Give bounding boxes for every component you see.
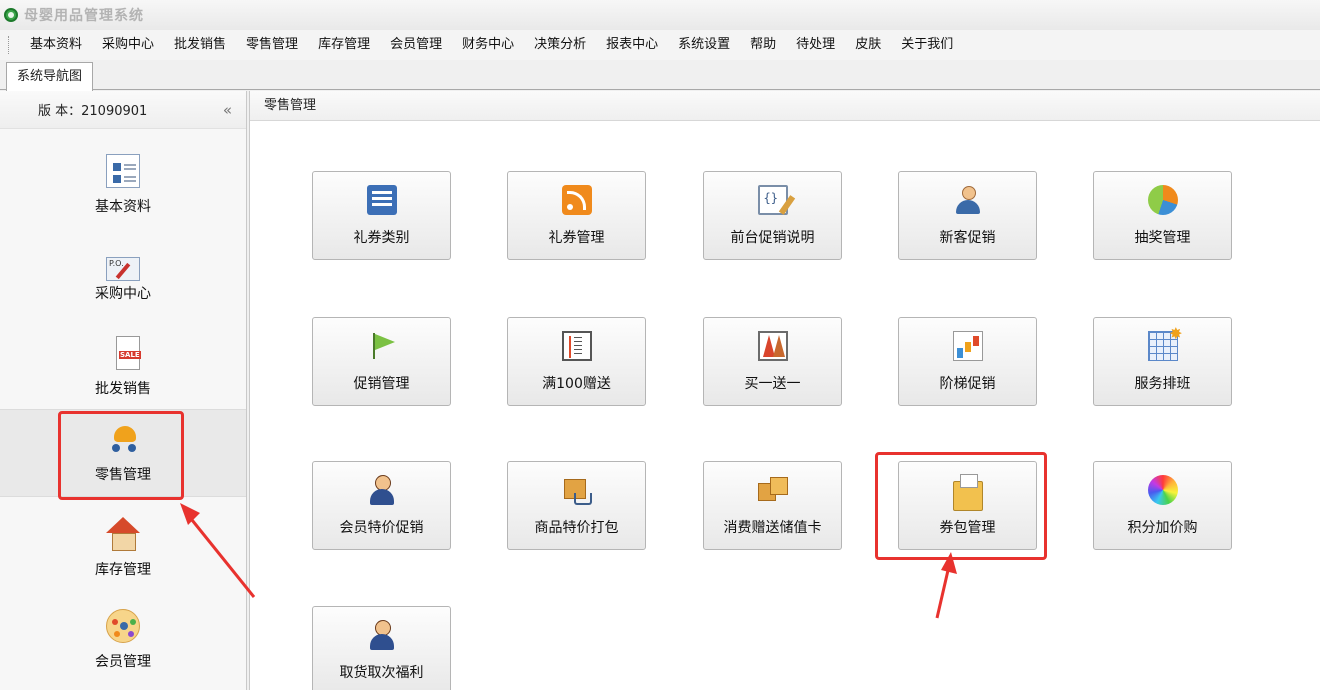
masked-user-icon: [367, 619, 397, 650]
menu-help[interactable]: 帮助: [740, 30, 786, 60]
tab-system-nav[interactable]: 系统导航图: [6, 62, 94, 91]
tile-tiered-promo[interactable]: 阶梯促销: [898, 317, 1037, 406]
tile-stored-value-gift[interactable]: 消费赠送储值卡: [703, 461, 842, 550]
tile-buy-one-get-one[interactable]: 买一送一: [703, 317, 842, 406]
ruler-icon: [561, 330, 592, 361]
sidebar-item-purchase[interactable]: 采购中心: [0, 233, 246, 321]
tile-label: 新客促销: [939, 229, 996, 246]
sidebar-item-label: 零售管理: [95, 467, 151, 483]
purchase-order-icon: [106, 257, 140, 281]
menu-members[interactable]: 会员管理: [380, 30, 452, 60]
menu-analysis[interactable]: 决策分析: [524, 30, 596, 60]
pie-icon: [1147, 184, 1178, 215]
tile-coupon-management[interactable]: 礼券管理: [507, 171, 646, 260]
sidebar-item-label: 批发销售: [95, 381, 151, 397]
tile-points-upsell[interactable]: 积分加价购: [1093, 461, 1232, 550]
tile-label: 会员特价促销: [339, 519, 424, 536]
sidebar-item-label: 采购中心: [95, 286, 151, 302]
annotation-arrow-coupon-pack: [935, 552, 957, 619]
tile-label: 抽奖管理: [1134, 229, 1191, 246]
collapse-sidebar-icon[interactable]: «: [223, 101, 232, 119]
menu-pending[interactable]: 待处理: [786, 30, 845, 60]
menu-reports[interactable]: 报表中心: [596, 30, 668, 60]
main-panel: 零售管理 礼券类别 礼券管理 前台促销说明 新客促销 抽奖管理 促销管理 满10…: [249, 91, 1320, 690]
code-doc-icon: [757, 184, 788, 215]
annotation-arrow-retail: [180, 503, 256, 598]
menu-wholesale[interactable]: 批发销售: [164, 30, 236, 60]
tab-strip: 系统导航图: [0, 60, 1320, 91]
menu-grip-icon: [8, 36, 10, 54]
tile-product-bundle[interactable]: 商品特价打包: [507, 461, 646, 550]
tile-label: 促销管理: [353, 375, 410, 392]
tile-promotion-management[interactable]: 促销管理: [312, 317, 451, 406]
tile-service-scheduling[interactable]: 服务排班: [1093, 317, 1232, 406]
list-icon: [366, 184, 397, 215]
sidebar-item-members[interactable]: 会员管理: [0, 596, 246, 684]
tile-label: 礼券管理: [548, 229, 605, 246]
tile-new-customer-promo[interactable]: 新客促销: [898, 171, 1037, 260]
sidebar-item-label: 基本资料: [95, 199, 151, 215]
tile-label: 积分加价购: [1127, 519, 1198, 536]
boxes-icon: [757, 475, 788, 505]
tile-promo-description[interactable]: 前台促销说明: [703, 171, 842, 260]
tile-label: 前台促销说明: [730, 229, 815, 246]
bar-chart-icon: [952, 330, 983, 361]
menu-basic-info[interactable]: 基本资料: [20, 30, 92, 60]
menu-skin[interactable]: 皮肤: [845, 30, 891, 60]
sidebar-item-label: 会员管理: [95, 654, 151, 670]
menu-bar: 基本资料 采购中心 批发销售 零售管理 库存管理 会员管理 财务中心 决策分析 …: [0, 30, 1320, 60]
menu-purchase[interactable]: 采购中心: [92, 30, 164, 60]
tile-coupon-pack[interactable]: 券包管理: [898, 461, 1037, 550]
tile-coupon-category[interactable]: 礼券类别: [312, 171, 451, 260]
tile-label: 服务排班: [1134, 375, 1191, 392]
tile-label: 买一送一: [744, 375, 801, 392]
sidebar-item-basic-info[interactable]: 基本资料: [0, 141, 246, 229]
members-icon: [106, 609, 140, 643]
stroller-icon: [106, 422, 140, 456]
tile-lottery-management[interactable]: 抽奖管理: [1093, 171, 1232, 260]
box-cart-icon: [562, 475, 592, 505]
tile-pickup-benefit[interactable]: 取货取次福利: [312, 606, 451, 690]
title-bar: 母婴用品管理系统: [0, 0, 1320, 30]
grid-star-icon: [1147, 324, 1183, 361]
menu-settings[interactable]: 系统设置: [668, 30, 740, 60]
tile-label: 券包管理: [939, 519, 996, 536]
sidebar-item-wholesale[interactable]: 批发销售: [0, 323, 246, 411]
sale-tag-icon: [116, 336, 141, 370]
section-title: 零售管理: [250, 91, 1320, 121]
menu-retail[interactable]: 零售管理: [236, 30, 308, 60]
sidebar-item-label: 库存管理: [95, 562, 151, 578]
masked-user-icon: [367, 474, 397, 505]
tile-label: 阶梯促销: [939, 375, 996, 392]
app-logo-icon: [4, 8, 18, 22]
tile-spend-100-gift[interactable]: 满100赠送: [507, 317, 646, 406]
rss-icon: [561, 184, 592, 215]
house-icon: [106, 517, 140, 551]
menu-inventory[interactable]: 库存管理: [308, 30, 380, 60]
flag-icon: [367, 331, 397, 361]
version-bar: 版 本：21090901 «: [0, 91, 246, 129]
tile-label: 商品特价打包: [534, 519, 619, 536]
menu-finance[interactable]: 财务中心: [452, 30, 524, 60]
menu-about[interactable]: 关于我们: [891, 30, 963, 60]
profile-card-icon: [106, 154, 140, 188]
sidebar-item-retail[interactable]: 零售管理: [0, 409, 246, 497]
tile-label: 消费赠送储值卡: [723, 519, 822, 536]
window-title: 母婴用品管理系统: [24, 8, 144, 24]
peaks-icon: [757, 330, 788, 361]
user-icon: [953, 185, 983, 215]
tile-member-special-price[interactable]: 会员特价促销: [312, 461, 451, 550]
tile-label: 礼券类别: [353, 229, 410, 246]
folder-icon: [952, 473, 983, 511]
version-label: 版 本：21090901: [38, 104, 148, 119]
color-wheel-icon: [1147, 474, 1178, 505]
tile-label: 取货取次福利: [339, 664, 424, 681]
tile-label: 满100赠送: [542, 375, 611, 392]
